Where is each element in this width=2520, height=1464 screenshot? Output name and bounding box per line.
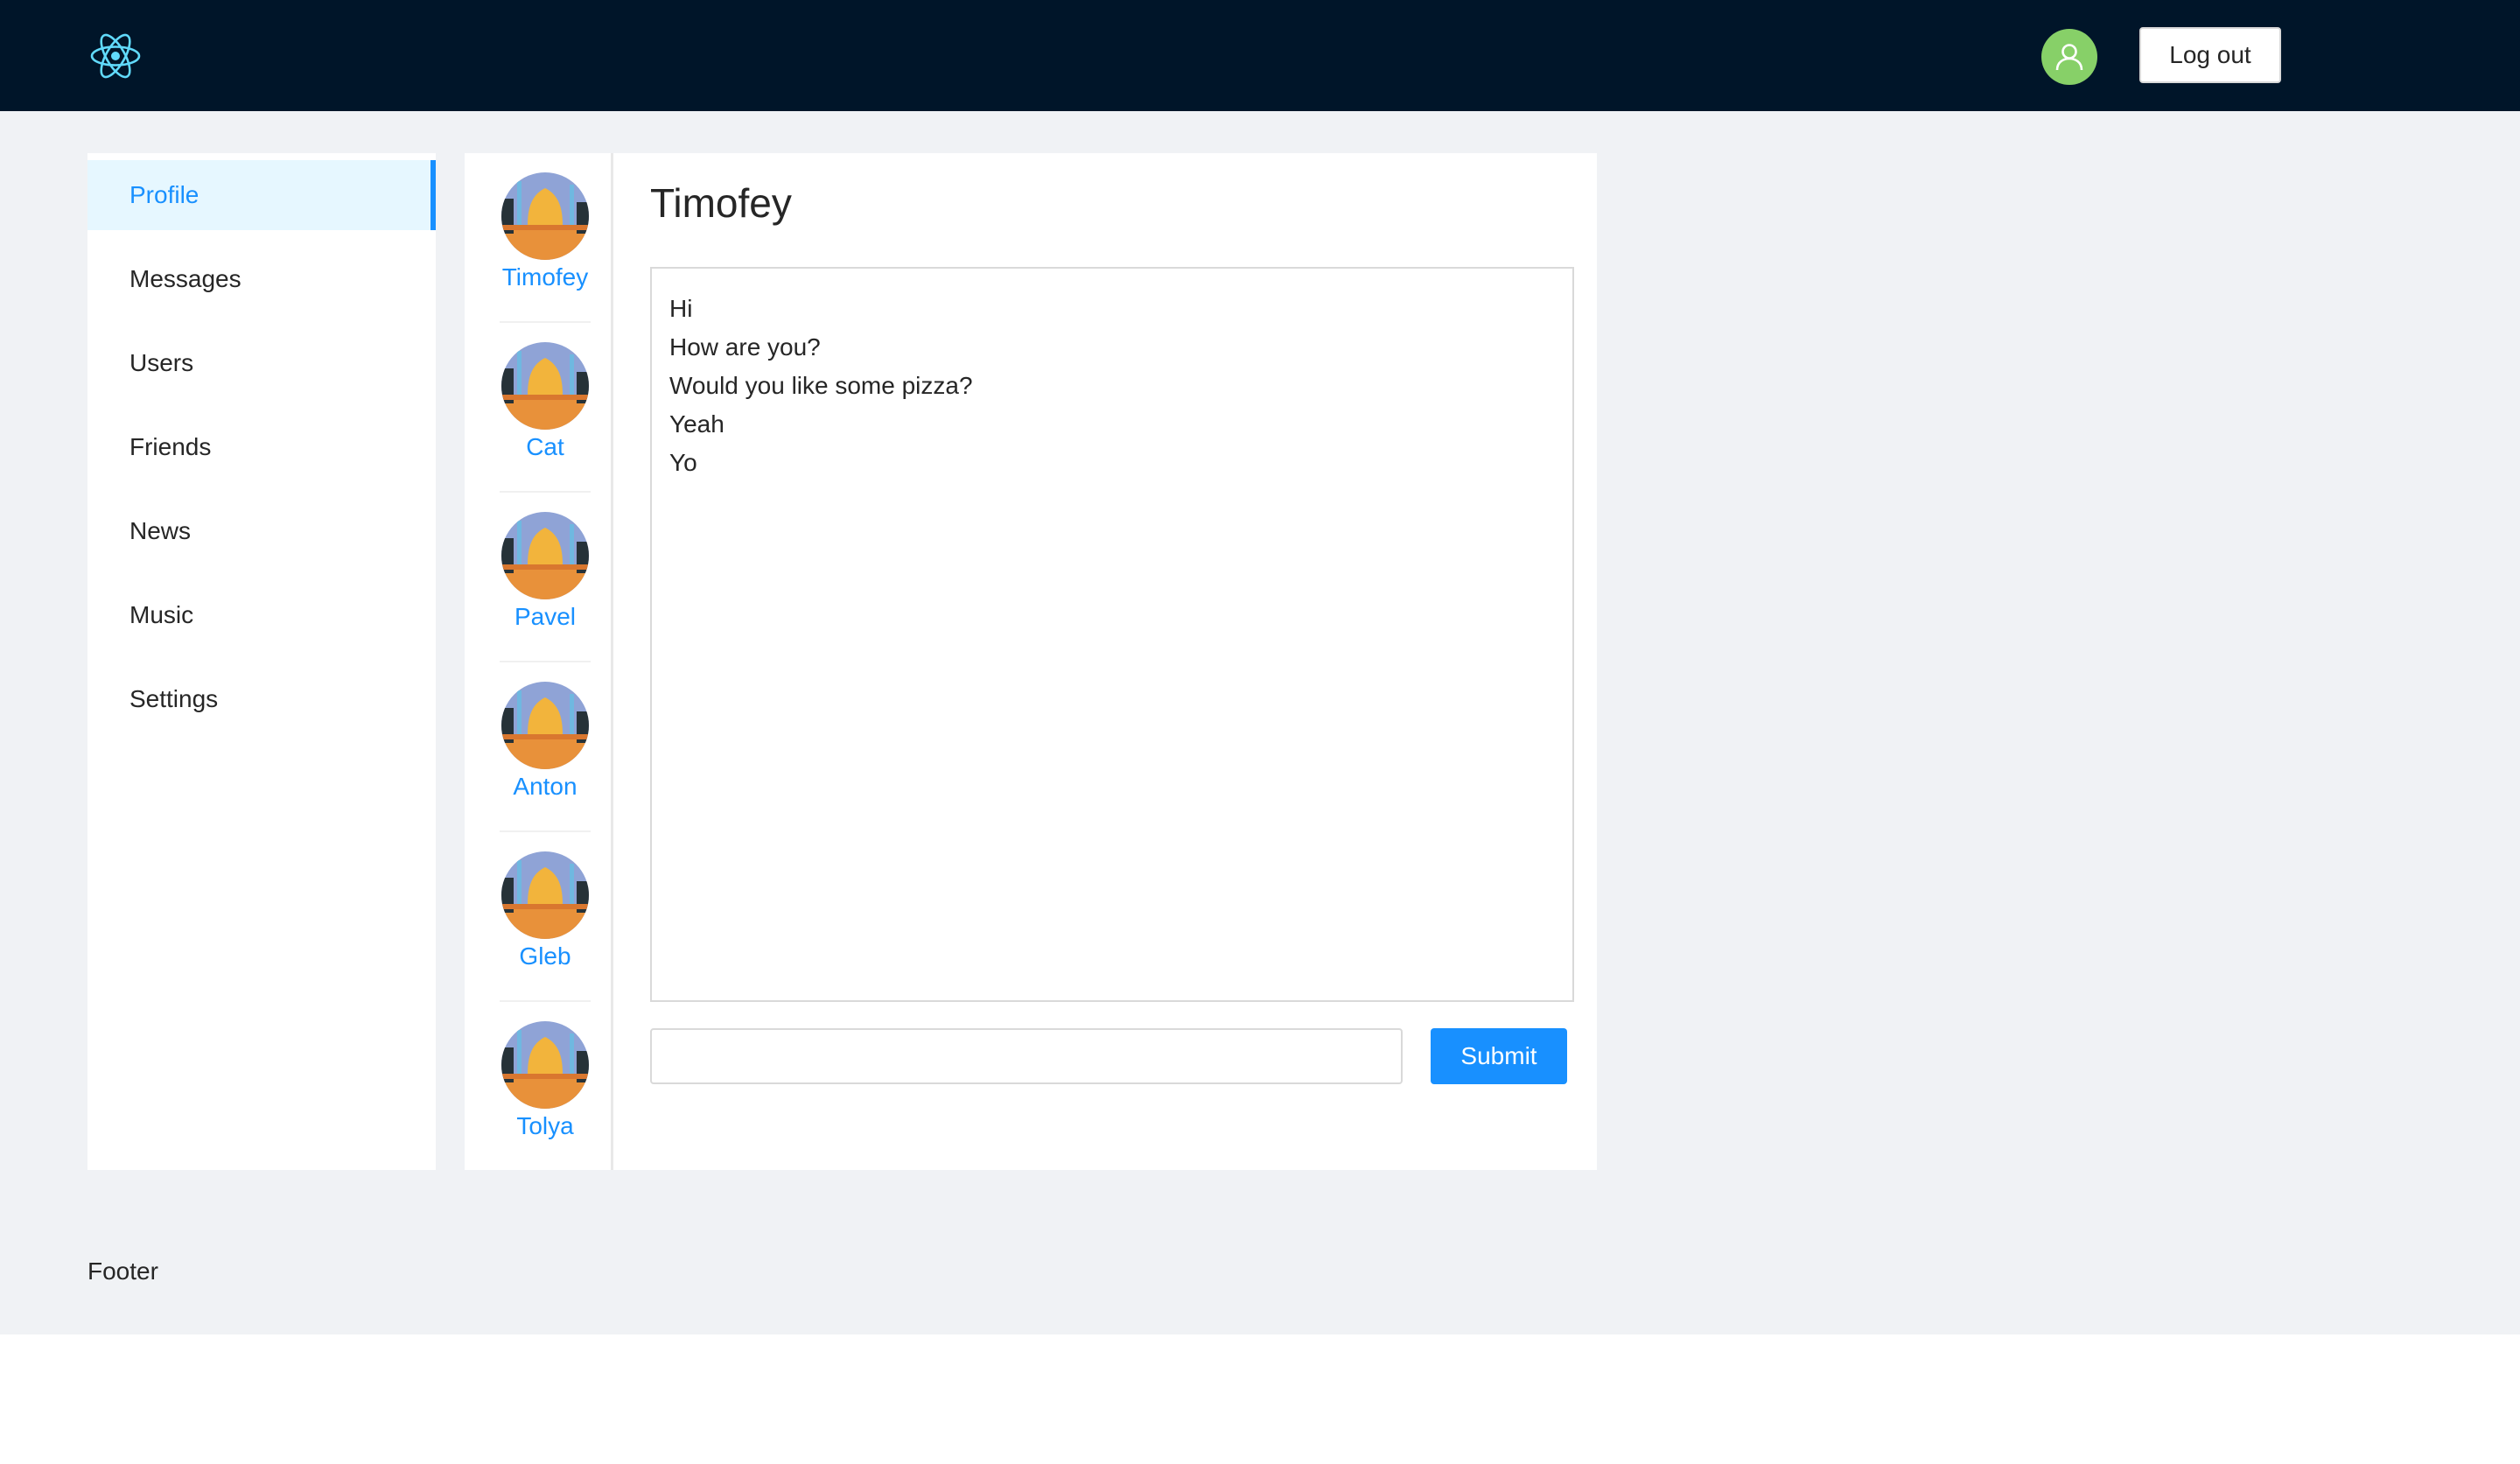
dialog-item[interactable]: Tolya (500, 1002, 591, 1172)
dialog-item[interactable]: Pavel (500, 493, 591, 662)
sidebar-item-label: Settings (130, 685, 219, 712)
message: Yo (669, 449, 697, 476)
dialog-name: Pavel (514, 603, 577, 630)
page-title: Timofey (650, 180, 792, 226)
sidebar-item-music[interactable]: Music (88, 580, 436, 650)
dialog-item[interactable]: Cat (500, 323, 591, 493)
messages-box[interactable]: Hi How are you? Would you like some pizz… (650, 267, 1574, 1002)
message-input[interactable] (650, 1028, 1403, 1084)
sidebar-item-label: Messages (130, 265, 242, 292)
dialogs-list: Timofey Cat Pavel Anton Gleb Tolya (465, 153, 613, 1170)
footer: Footer (88, 1257, 158, 1285)
submit-button[interactable]: Submit (1431, 1028, 1567, 1084)
dialog-name: Gleb (519, 942, 571, 970)
avatar (501, 342, 589, 430)
user-icon (2055, 44, 2083, 71)
sidebar-item-label: Friends (130, 433, 212, 460)
sidebar-item-friends[interactable]: Friends (88, 412, 436, 482)
dialog-name: Anton (513, 773, 578, 800)
sidebar-item-label: Profile (130, 181, 200, 208)
chat-panel: Timofey Hi How are you? Would you like s… (613, 153, 1597, 1170)
dialog-name: Tolya (516, 1112, 574, 1139)
avatar (501, 1021, 589, 1109)
react-atom-icon[interactable] (89, 32, 142, 81)
avatar (501, 172, 589, 260)
header: Log out (0, 0, 2520, 111)
message: Would you like some pizza? (669, 372, 973, 399)
avatar (501, 851, 589, 939)
sidebar-item-news[interactable]: News (88, 496, 436, 566)
sidebar-item-label: News (130, 517, 192, 544)
sidebar-item-label: Music (130, 601, 194, 628)
logout-button[interactable]: Log out (2139, 27, 2281, 83)
dialog-name: Cat (526, 433, 564, 460)
app-layout: Log out Profile Messages Users Friends N… (0, 0, 2520, 1334)
dialog-item[interactable]: Anton (500, 662, 591, 832)
avatar (501, 512, 589, 599)
sidebar-item-messages[interactable]: Messages (88, 244, 436, 314)
sidebar-item-label: Users (130, 349, 194, 376)
avatar (501, 682, 589, 769)
user-avatar[interactable] (2041, 29, 2097, 85)
dialog-item[interactable]: Timofey (500, 153, 591, 323)
message: Yeah (669, 410, 724, 438)
message: Hi (669, 295, 693, 322)
dialog-item[interactable]: Gleb (500, 832, 591, 1002)
sidebar-item-profile[interactable]: Profile (88, 160, 436, 230)
message: How are you? (669, 333, 821, 361)
dialog-name: Timofey (501, 263, 589, 291)
sidebar-menu: Profile Messages Users Friends News Musi… (88, 153, 436, 1170)
sidebar-item-settings[interactable]: Settings (88, 664, 436, 734)
sidebar-item-users[interactable]: Users (88, 328, 436, 398)
